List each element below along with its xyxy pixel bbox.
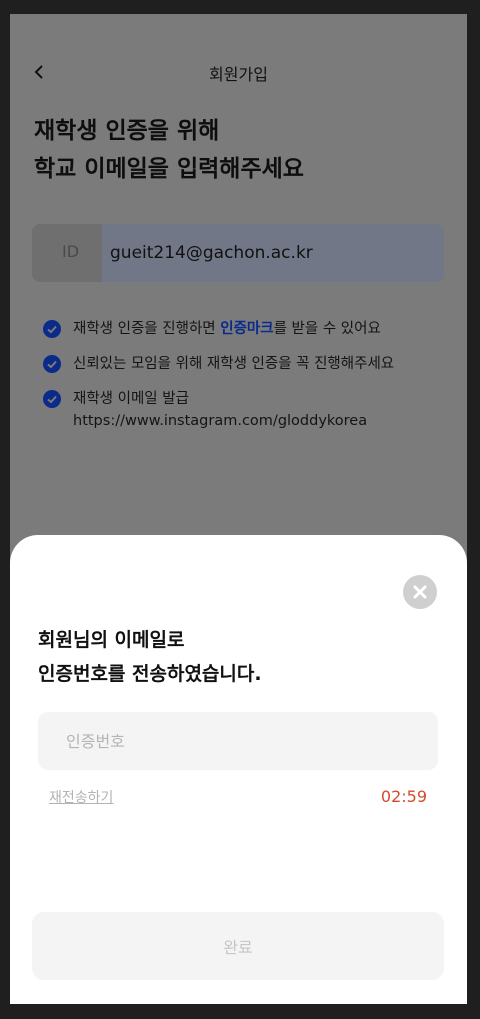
check-item-badge: 재학생 인증을 진행하면 인증마크를 받을 수 있어요 [43,318,453,340]
check-item-text: 재학생 인증을 진행하면 [73,321,221,337]
close-icon [413,585,427,599]
check-item-text-after: 를 받을 수 있어요 [273,321,381,337]
verification-bottom-sheet: 회원님의 이메일로 인증번호를 전송하였습니다. 재전송하기 02:59 완료 [10,535,467,1004]
instagram-link[interactable]: https://www.instagram.com/gloddykorea [73,410,453,432]
check-item-text: 신뢰있는 모임을 위해 재학생 인증을 꼭 진행해주세요 [73,356,395,372]
email-field[interactable]: ID gueit214@gachon.ac.kr [32,224,444,282]
close-button[interactable] [403,575,437,609]
info-checklist: 재학생 인증을 진행하면 인증마크를 받을 수 있어요 신뢰있는 모임을 위해 … [43,318,453,445]
verification-code-input[interactable] [38,712,438,770]
page-title-line1: 재학생 인증을 위해 [34,118,220,144]
page-title-line2: 학교 이메일을 입력해주세요 [34,156,304,182]
check-circle-icon [43,355,61,373]
email-prefix-label: ID [62,242,80,261]
check-item-text: 재학생 이메일 발급 [73,391,189,407]
sheet-title-line2: 인증번호를 전송하였습니다. [38,663,262,685]
signup-screen: 회원가입 재학생 인증을 위해 학교 이메일을 입력해주세요 ID gueit2… [10,14,467,1004]
header: 회원가입 [10,54,467,90]
check-circle-icon [43,390,61,408]
page-title: 재학생 인증을 위해 학교 이메일을 입력해주세요 [34,112,304,188]
check-item-trust: 신뢰있는 모임을 위해 재학생 인증을 꼭 진행해주세요 [43,353,453,375]
countdown-timer: 02:59 [380,787,427,806]
header-title: 회원가입 [209,65,268,84]
badge-highlight: 인증마크 [220,321,274,337]
sheet-title: 회원님의 이메일로 인증번호를 전송하였습니다. [38,623,262,691]
email-value[interactable]: gueit214@gachon.ac.kr [102,224,444,282]
sheet-title-line1: 회원님의 이메일로 [38,629,185,651]
resend-link[interactable]: 재전송하기 [49,787,113,807]
check-circle-icon [43,320,61,338]
done-button[interactable]: 완료 [32,912,444,980]
check-item-issue-email: 재학생 이메일 발급 https://www.instagram.com/glo… [43,388,453,432]
